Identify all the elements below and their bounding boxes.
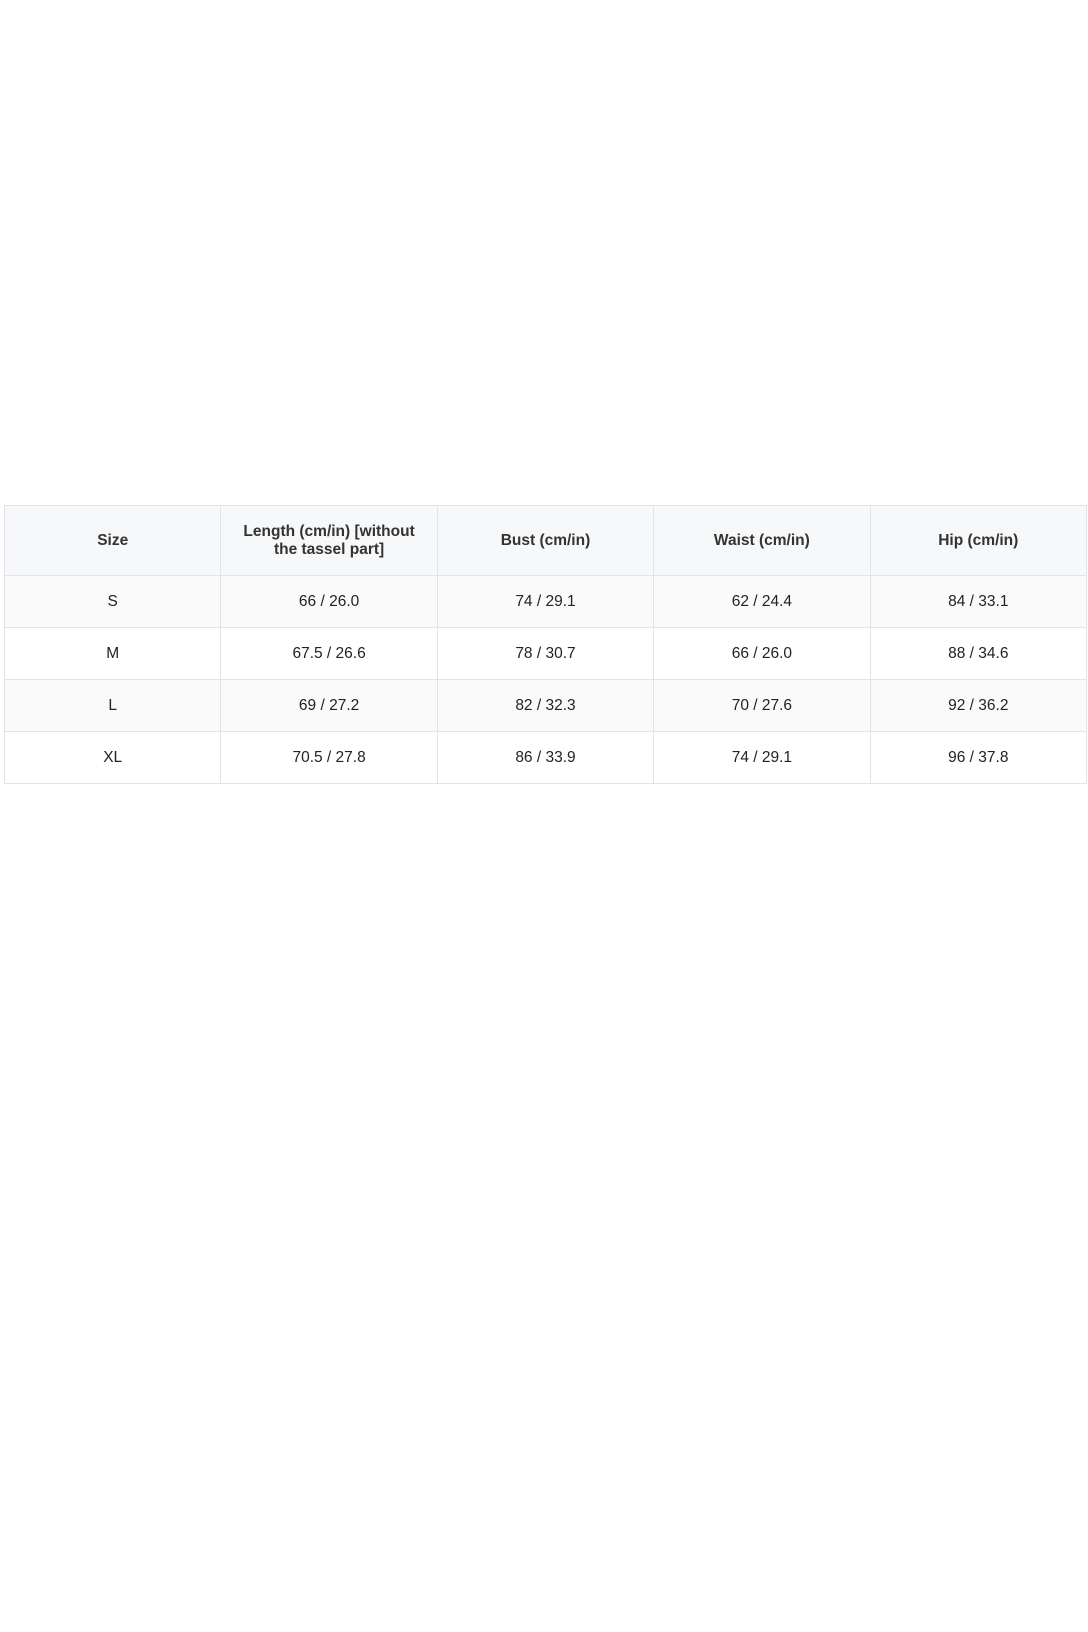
cell-waist: 70 / 27.6 (653, 679, 871, 732)
cell-bust: 86 / 33.9 (436, 731, 655, 784)
cell-length: 67.5 / 26.6 (220, 627, 438, 680)
header-size: Size (3, 505, 222, 576)
size-chart-table: Size Length (cm/in) [without the tassel … (3, 505, 1088, 784)
cell-bust: 82 / 32.3 (436, 679, 655, 732)
cell-size: L (3, 679, 222, 732)
table-row: XL 70.5 / 27.8 86 / 33.9 74 / 29.1 96 / … (3, 731, 1088, 784)
header-bust: Bust (cm/in) (436, 505, 655, 576)
header-waist: Waist (cm/in) (653, 505, 871, 576)
header-hip: Hip (cm/in) (869, 505, 1088, 576)
cell-hip: 96 / 37.8 (869, 731, 1088, 784)
cell-hip: 92 / 36.2 (869, 679, 1088, 732)
table-body: S 66 / 26.0 74 / 29.1 62 / 24.4 84 / 33.… (3, 575, 1088, 784)
cell-waist: 74 / 29.1 (653, 731, 871, 784)
cell-hip: 88 / 34.6 (869, 627, 1088, 680)
table-row: S 66 / 26.0 74 / 29.1 62 / 24.4 84 / 33.… (3, 575, 1088, 628)
cell-hip: 84 / 33.1 (869, 575, 1088, 628)
cell-length: 66 / 26.0 (220, 575, 438, 628)
cell-waist: 62 / 24.4 (653, 575, 871, 628)
table-row: M 67.5 / 26.6 78 / 30.7 66 / 26.0 88 / 3… (3, 627, 1088, 680)
table-row: L 69 / 27.2 82 / 32.3 70 / 27.6 92 / 36.… (3, 679, 1088, 732)
cell-length: 69 / 27.2 (220, 679, 438, 732)
cell-bust: 74 / 29.1 (436, 575, 655, 628)
header-row: Size Length (cm/in) [without the tassel … (3, 505, 1088, 576)
cell-length: 70.5 / 27.8 (220, 731, 438, 784)
cell-waist: 66 / 26.0 (653, 627, 871, 680)
cell-size: S (3, 575, 222, 628)
cell-bust: 78 / 30.7 (436, 627, 655, 680)
cell-size: M (3, 627, 222, 680)
cell-size: XL (3, 731, 222, 784)
table-header: Size Length (cm/in) [without the tassel … (3, 505, 1088, 576)
header-length: Length (cm/in) [without the tassel part] (220, 505, 438, 576)
